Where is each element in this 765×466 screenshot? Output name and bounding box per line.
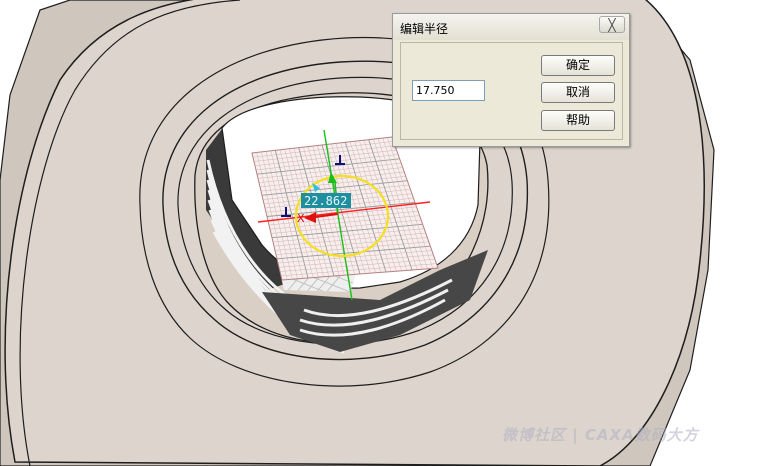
ok-button[interactable]: 确定 (541, 55, 615, 76)
help-button[interactable]: 帮助 (541, 110, 615, 131)
svg-text:22.862: 22.862 (304, 194, 347, 208)
radius-dimension-label[interactable]: 22.862 (301, 193, 351, 208)
cancel-button[interactable]: 取消 (541, 82, 615, 103)
watermark: 微博社区 | CAXA数码大方 (502, 426, 699, 444)
3d-viewport[interactable]: X 22.862 (0, 0, 765, 466)
axis-x-label: X (297, 212, 305, 225)
edit-radius-dialog: 编辑半径 ╳ 确定 取消 帮助 (392, 13, 630, 147)
dialog-titlebar[interactable]: 编辑半径 ╳ (393, 14, 629, 40)
radius-input[interactable] (412, 80, 485, 101)
close-button[interactable]: ╳ (599, 16, 625, 33)
close-icon: ╳ (608, 18, 616, 32)
dialog-title: 编辑半径 (400, 22, 449, 36)
